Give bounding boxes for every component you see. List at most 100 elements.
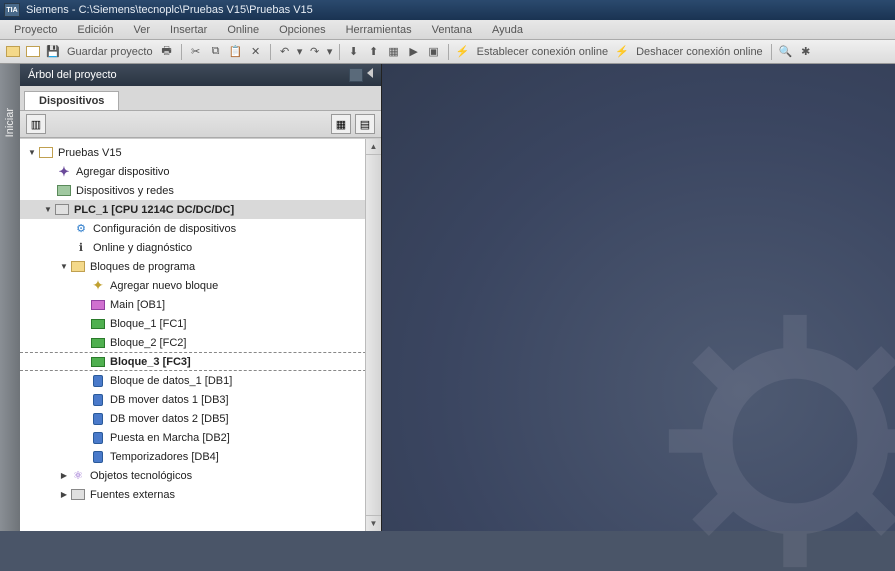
tree-add-device[interactable]: ✦ Agregar dispositivo [20, 162, 381, 181]
undo-dropdown-icon[interactable]: ▾ [296, 43, 304, 61]
tree-external-sources[interactable]: Fuentes externas [20, 485, 381, 504]
cut-icon[interactable]: ✂ [187, 43, 205, 61]
cross-ref-icon[interactable]: ✱ [797, 43, 815, 61]
menu-herramientas[interactable]: Herramientas [336, 22, 422, 38]
menu-edicion[interactable]: Edición [67, 22, 123, 38]
tech-icon: ⚛ [70, 469, 86, 483]
open-project-icon[interactable] [24, 43, 42, 61]
expand-icon[interactable] [58, 262, 70, 271]
hmi-icon[interactable]: ▣ [425, 43, 443, 61]
tree-online-diag[interactable]: ℹ Online y diagnóstico [20, 238, 381, 257]
details-view-icon[interactable]: ▦ [331, 114, 351, 134]
tree-add-block[interactable]: ✦ Agregar nuevo bloque [20, 276, 381, 295]
project-tree: Pruebas V15 ✦ Agregar dispositivo Dispos… [20, 139, 381, 531]
panel-pin-icon[interactable] [349, 68, 363, 82]
tree-program-blocks[interactable]: Bloques de programa [20, 257, 381, 276]
network-view-icon[interactable]: ▤ [355, 114, 375, 134]
copy-icon[interactable]: ⧉ [207, 43, 225, 61]
expand-icon[interactable] [58, 490, 70, 499]
db-icon [90, 450, 106, 464]
menu-ver[interactable]: Ver [124, 22, 161, 38]
tree-devices-networks[interactable]: Dispositivos y redes [20, 181, 381, 200]
tree-fc1[interactable]: Bloque_1 [FC1] [20, 314, 381, 333]
ext-src-icon [70, 488, 86, 502]
add-device-icon: ✦ [56, 165, 72, 179]
tree-db3[interactable]: DB mover datos 1 [DB3] [20, 390, 381, 409]
simulate-icon[interactable]: ▶ [405, 43, 423, 61]
tree-db5[interactable]: DB mover datos 2 [DB5] [20, 409, 381, 428]
expand-icon[interactable] [58, 471, 70, 480]
gear-watermark-icon [665, 311, 895, 571]
overview-icon[interactable]: ▥ [26, 114, 46, 134]
db-icon [90, 431, 106, 445]
panel-title: Árbol del proyecto [28, 69, 117, 81]
tree-device-config[interactable]: ⚙ Configuración de dispositivos [20, 219, 381, 238]
toolbar: 💾 Guardar proyecto 🖶 ✂ ⧉ 📋 ✕ ↶ ▾ ↷ ▾ ⬇ ⬆… [0, 40, 895, 64]
expand-icon[interactable] [42, 205, 54, 214]
menu-online[interactable]: Online [217, 22, 269, 38]
download-icon[interactable]: ⬇ [345, 43, 363, 61]
scroll-up-icon[interactable]: ▲ [366, 139, 381, 155]
db-icon [90, 393, 106, 407]
compile-icon[interactable]: ▦ [385, 43, 403, 61]
menu-ventana[interactable]: Ventana [422, 22, 482, 38]
save-label: Guardar proyecto [64, 46, 156, 58]
titlebar: TIA Siemens - C:\Siemens\tecnoplc\Prueba… [0, 0, 895, 20]
fc-icon [90, 355, 106, 369]
plc-icon [54, 203, 70, 217]
menu-proyecto[interactable]: Proyecto [4, 22, 67, 38]
paste-icon[interactable]: 📋 [227, 43, 245, 61]
ob-icon [90, 298, 106, 312]
window-title: Siemens - C:\Siemens\tecnoplc\Pruebas V1… [26, 4, 313, 16]
fc-icon [90, 317, 106, 331]
app-icon: TIA [4, 3, 20, 17]
tree-fc2[interactable]: Bloque_2 [FC2] [20, 333, 381, 352]
add-block-icon: ✦ [90, 279, 106, 293]
menu-opciones[interactable]: Opciones [269, 22, 335, 38]
project-tree-panel: Árbol del proyecto Dispositivos ▥ ▦ ▤ [20, 64, 381, 531]
panel-header: Árbol del proyecto [20, 64, 381, 86]
menu-insertar[interactable]: Insertar [160, 22, 217, 38]
search-icon[interactable]: 🔍 [777, 43, 795, 61]
tree-scrollbar[interactable]: ▲ ▼ [365, 139, 381, 531]
menu-ayuda[interactable]: Ayuda [482, 22, 533, 38]
tree-db2[interactable]: Puesta en Marcha [DB2] [20, 428, 381, 447]
redo-dropdown-icon[interactable]: ▾ [326, 43, 334, 61]
tree-main-ob[interactable]: Main [OB1] [20, 295, 381, 314]
tree-db1[interactable]: Bloque de datos_1 [DB1] [20, 371, 381, 390]
db-icon [90, 374, 106, 388]
project-icon [38, 146, 54, 160]
new-project-icon[interactable] [4, 43, 22, 61]
blocks-folder-icon [70, 260, 86, 274]
network-icon [56, 184, 72, 198]
go-online-icon[interactable]: ⚡ [454, 43, 472, 61]
go-offline-label[interactable]: Deshacer conexión online [633, 46, 766, 58]
tree-db4[interactable]: Temporizadores [DB4] [20, 447, 381, 466]
config-icon: ⚙ [73, 222, 89, 236]
rail-start[interactable]: Iniciar [4, 104, 16, 141]
tree-plc[interactable]: PLC_1 [CPU 1214C DC/DC/DC] [20, 200, 381, 219]
tab-devices[interactable]: Dispositivos [24, 91, 119, 110]
scroll-down-icon[interactable]: ▼ [366, 515, 381, 531]
left-rail: Iniciar [0, 64, 20, 531]
print-icon[interactable]: 🖶 [158, 43, 176, 61]
go-offline-icon[interactable]: ⚡ [613, 43, 631, 61]
db-icon [90, 412, 106, 426]
upload-icon[interactable]: ⬆ [365, 43, 383, 61]
tree-root-label: Pruebas V15 [58, 147, 377, 159]
panel-sub-toolbar: ▥ ▦ ▤ [20, 110, 381, 138]
save-icon[interactable]: 💾 [44, 43, 62, 61]
workspace [381, 64, 895, 531]
tree-fc3[interactable]: Bloque_3 [FC3] [20, 352, 381, 371]
undo-icon[interactable]: ↶ [276, 43, 294, 61]
delete-icon[interactable]: ✕ [247, 43, 265, 61]
panel-tabbar: Dispositivos [20, 86, 381, 110]
go-online-label[interactable]: Establecer conexión online [474, 46, 611, 58]
panel-collapse-icon[interactable] [367, 68, 373, 78]
tree-root[interactable]: Pruebas V15 [20, 143, 381, 162]
menubar: Proyecto Edición Ver Insertar Online Opc… [0, 20, 895, 40]
fc-icon [90, 336, 106, 350]
tree-tech-objects[interactable]: ⚛ Objetos tecnológicos [20, 466, 381, 485]
redo-icon[interactable]: ↷ [306, 43, 324, 61]
expand-icon[interactable] [26, 148, 38, 157]
